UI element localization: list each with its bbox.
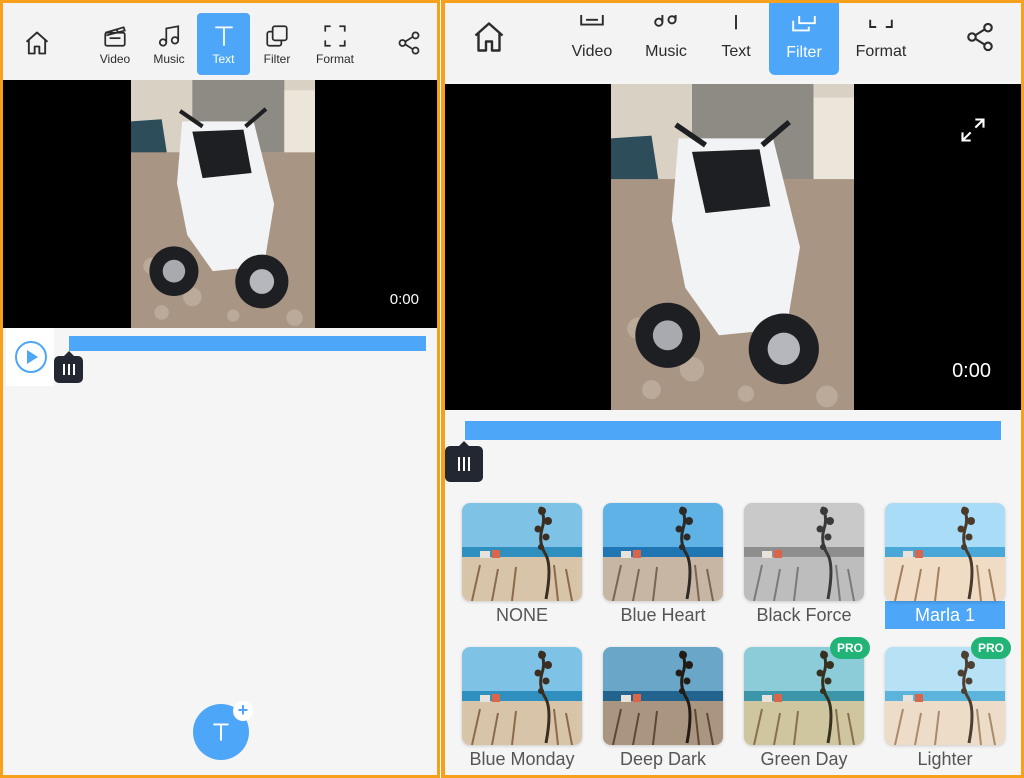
- filter-option[interactable]: Green Day PRO: [744, 637, 870, 773]
- filter-option[interactable]: Marla 1: [885, 503, 1005, 629]
- filter-icon: [792, 16, 816, 32]
- filter-thumbnail: [462, 503, 582, 601]
- tab-filter-label: Filter: [263, 51, 291, 66]
- home-button[interactable]: [467, 15, 511, 59]
- text-editor-panel: Video Music Text Filter Format 0:00 +: [0, 0, 440, 778]
- clapperboard-icon: [580, 15, 604, 26]
- share-button[interactable]: [391, 25, 427, 61]
- tab-text[interactable]: Text: [197, 13, 250, 75]
- tab-video-label: Video: [99, 51, 131, 66]
- tab-video-label: Video: [571, 43, 613, 60]
- tab-format-label: Format: [315, 51, 354, 66]
- filter-option[interactable]: Deep Dark: [603, 647, 723, 773]
- tab-filter[interactable]: Filter: [769, 3, 839, 75]
- filter-thumbnail: [744, 503, 864, 601]
- home-icon: [474, 22, 504, 52]
- top-toolbar: Video Music Text Filter Format: [3, 3, 437, 80]
- video-frame: [131, 80, 315, 328]
- clapperboard-icon: [104, 25, 126, 47]
- filter-thumbnail: [462, 647, 582, 745]
- timeline-track[interactable]: [69, 336, 426, 351]
- format-icon: [869, 19, 893, 28]
- add-text-icon: [213, 723, 229, 741]
- filter-label: Deep Dark: [619, 749, 707, 769]
- filter-thumbnail: [885, 503, 1005, 601]
- filter-label: Lighter: [917, 749, 973, 769]
- filter-label: Blue Monday: [469, 749, 575, 769]
- plus-icon: +: [233, 701, 253, 721]
- add-text-button[interactable]: +: [193, 701, 253, 760]
- filter-thumbnail: [603, 647, 723, 745]
- top-toolbar: Video Music Text Filter Format: [445, 3, 1021, 81]
- share-icon: [967, 22, 993, 52]
- tab-filter-label: Filter: [786, 44, 822, 61]
- timeline-handle[interactable]: [54, 351, 83, 383]
- video-frame: [611, 84, 854, 410]
- expand-icon: [961, 118, 985, 142]
- filter-label: Blue Heart: [620, 605, 706, 625]
- home-button[interactable]: [19, 25, 55, 61]
- play-button[interactable]: [14, 340, 48, 374]
- home-icon: [25, 31, 49, 55]
- video-preview[interactable]: 0:00: [3, 80, 437, 328]
- filter-thumbnail: [603, 503, 723, 601]
- tab-music[interactable]: Music: [635, 3, 697, 73]
- text-icon: [735, 15, 737, 30]
- filter-option[interactable]: Lighter PRO: [885, 637, 1011, 773]
- music-note-icon: [654, 15, 677, 27]
- filter-icon: [266, 24, 288, 47]
- play-icon: [15, 341, 47, 373]
- tab-format-label: Format: [855, 43, 907, 60]
- timeline-handle[interactable]: [445, 441, 483, 482]
- tab-text[interactable]: Text: [711, 3, 761, 73]
- filter-option[interactable]: NONE: [462, 503, 582, 629]
- video-timecode: 0:00: [952, 360, 991, 382]
- filter-label: Black Force: [756, 605, 852, 625]
- fullscreen-button[interactable]: [957, 114, 989, 146]
- tab-video[interactable]: Video: [91, 13, 139, 75]
- scooter-image: [611, 84, 854, 410]
- filter-option[interactable]: Blue Heart: [603, 503, 723, 629]
- drag-handle-icon: [458, 457, 470, 471]
- tab-video[interactable]: Video: [563, 3, 621, 73]
- filter-thumbnail: [885, 647, 1005, 745]
- pro-badge: PRO: [971, 637, 1011, 659]
- text-icon: [214, 25, 233, 46]
- tab-text-label: Text: [212, 51, 235, 66]
- tab-format[interactable]: Format: [309, 13, 361, 75]
- timeline-track[interactable]: [465, 421, 1001, 440]
- scooter-image: [131, 80, 315, 328]
- video-timecode: 0:00: [389, 291, 419, 308]
- tab-music-label: Music: [153, 51, 185, 66]
- filter-option[interactable]: Black Force: [744, 503, 864, 629]
- tab-music[interactable]: Music: [145, 13, 193, 75]
- share-button[interactable]: [960, 17, 1000, 57]
- filter-label: Green Day: [760, 749, 848, 769]
- drag-handle-icon: [62, 364, 75, 375]
- share-icon: [398, 31, 420, 55]
- filter-option[interactable]: Blue Monday: [462, 647, 582, 773]
- filter-editor-panel: Video Music Text Filter Format 0:00 NONE…: [441, 0, 1024, 778]
- video-preview[interactable]: 0:00: [445, 84, 1021, 410]
- tab-format[interactable]: Format: [849, 3, 913, 73]
- tab-filter[interactable]: Filter: [253, 13, 301, 75]
- filter-thumbnail: [744, 647, 864, 745]
- music-note-icon: [158, 24, 180, 47]
- pro-badge: PRO: [830, 637, 870, 659]
- format-icon: [324, 24, 346, 47]
- filter-label: Marla 1: [885, 601, 1005, 629]
- tab-text-label: Text: [721, 43, 751, 60]
- tab-music-label: Music: [645, 43, 687, 60]
- filter-label: NONE: [495, 605, 548, 625]
